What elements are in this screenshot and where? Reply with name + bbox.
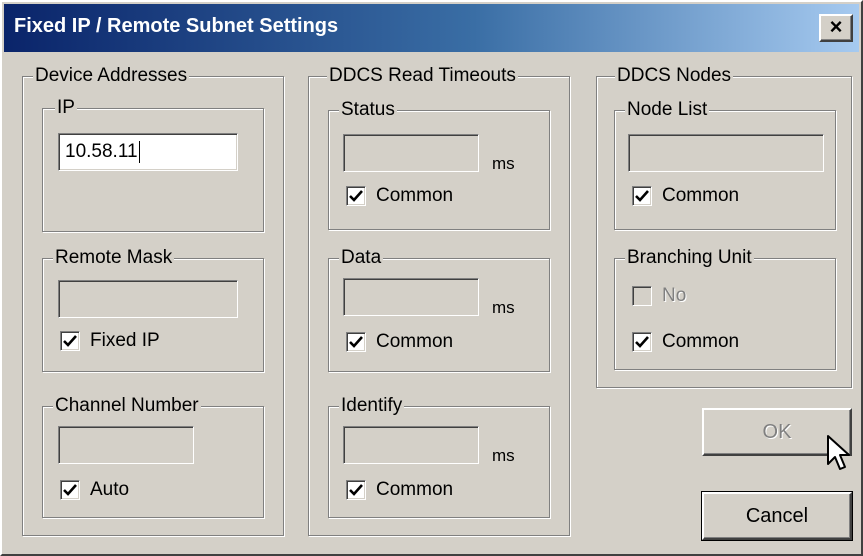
data-input[interactable] [343, 278, 479, 316]
identify-common-checkbox[interactable]: Common [346, 478, 453, 502]
ip-label: IP [55, 97, 77, 119]
identify-common-box[interactable] [346, 480, 366, 500]
mouse-pointer-icon [827, 435, 850, 470]
identify-input[interactable] [343, 426, 479, 464]
data-common-label: Common [376, 331, 454, 352]
status-common-box[interactable] [346, 186, 366, 206]
text-caret [138, 140, 140, 163]
checkmark-icon [63, 335, 77, 347]
status-common-checkbox[interactable]: Common [346, 184, 453, 208]
identify-common-label: Common [376, 479, 454, 500]
auto-label: Auto [90, 479, 130, 500]
fixed-ip-checkbox[interactable]: Fixed IP [60, 329, 160, 353]
data-common-checkbox[interactable]: Common [346, 330, 453, 354]
node-list-label: Node List [625, 99, 710, 121]
remote-mask-input[interactable] [58, 280, 238, 318]
node-list-common-checkbox[interactable]: Common [632, 184, 739, 208]
checkmark-icon [635, 336, 649, 348]
channel-number-input[interactable] [58, 426, 194, 464]
ip-value: 10.58.11 [65, 141, 138, 162]
node-list-common-box[interactable] [632, 186, 652, 206]
auto-checkbox[interactable]: Auto [60, 478, 129, 502]
status-common-label: Common [376, 185, 454, 206]
close-icon: × [829, 14, 843, 39]
title-bar[interactable]: Fixed IP / Remote Subnet Settings × [4, 4, 859, 52]
no-checkbox[interactable]: No [632, 284, 686, 308]
ddcs-nodes-label: DDCS Nodes [615, 65, 734, 87]
channel-number-label: Channel Number [53, 395, 201, 417]
auto-box[interactable] [60, 480, 80, 500]
remote-mask-label: Remote Mask [53, 247, 175, 269]
status-input[interactable] [343, 134, 479, 172]
checkmark-icon [349, 190, 363, 202]
status-label: Status [339, 99, 397, 121]
no-box[interactable] [632, 286, 652, 306]
checkmark-icon [349, 484, 363, 496]
node-list-input[interactable] [628, 134, 824, 172]
fixed-ip-label: Fixed IP [90, 330, 160, 351]
branching-common-checkbox[interactable]: Common [632, 330, 739, 354]
branching-unit-label: Branching Unit [625, 247, 754, 269]
checkmark-icon [349, 336, 363, 348]
dialog-window: Fixed IP / Remote Subnet Settings × Devi… [0, 0, 863, 556]
data-label: Data [339, 247, 384, 269]
branching-common-label: Common [662, 331, 740, 352]
checkmark-icon [635, 190, 649, 202]
data-common-box[interactable] [346, 332, 366, 352]
status-unit: ms [492, 154, 515, 173]
ip-input[interactable]: 10.58.11 [58, 133, 238, 171]
device-addresses-label: Device Addresses [33, 65, 190, 87]
close-button[interactable]: × [819, 14, 853, 42]
fixed-ip-box[interactable] [60, 331, 80, 351]
ddcs-read-timeouts-label: DDCS Read Timeouts [327, 65, 518, 87]
window-title: Fixed IP / Remote Subnet Settings [14, 15, 339, 37]
cancel-button[interactable]: Cancel [701, 491, 853, 541]
identify-unit: ms [492, 446, 515, 465]
branching-common-box[interactable] [632, 332, 652, 352]
data-unit: ms [492, 298, 515, 317]
node-list-common-label: Common [662, 185, 740, 206]
checkmark-icon [63, 484, 77, 496]
no-label: No [662, 285, 687, 306]
identify-label: Identify [339, 395, 405, 417]
